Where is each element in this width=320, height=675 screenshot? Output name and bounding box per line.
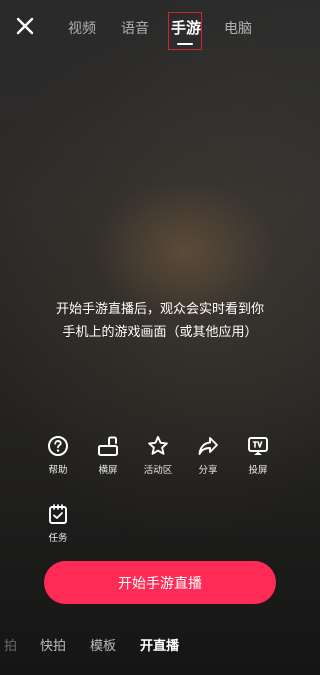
mode-shoot[interactable]: 拍 [4, 635, 17, 654]
star-icon [148, 436, 168, 455]
help-icon [48, 436, 68, 456]
start-game-live-button[interactable]: 开始手游直播 [44, 561, 276, 604]
close-icon[interactable] [14, 15, 36, 37]
game-stream-hint: 开始手游直播后，观众会实时看到你 手机上的游戏画面（或其他应用） [0, 298, 320, 344]
tab-video[interactable]: 视频 [68, 18, 96, 38]
landscape-button[interactable]: 横屏 [88, 435, 128, 476]
tab-computer[interactable]: 电脑 [224, 18, 252, 38]
task-icon [49, 504, 67, 524]
mode-quick-shoot[interactable]: 快拍 [40, 635, 66, 654]
share-icon [198, 437, 218, 455]
share-label: 分享 [198, 465, 218, 476]
tab-mobile-game[interactable]: 手游 [171, 17, 201, 38]
landscape-label: 横屏 [98, 465, 118, 476]
cast-button[interactable]: 投屏 [238, 435, 278, 476]
cast-label: 投屏 [248, 465, 268, 476]
mode-go-live[interactable]: 开直播 [140, 635, 179, 654]
help-button[interactable]: 帮助 [38, 435, 78, 476]
task-button[interactable]: 任务 [38, 503, 78, 544]
landscape-icon [98, 436, 118, 456]
hint-line-2: 手机上的游戏画面（或其他应用） [62, 325, 258, 340]
hint-line-1: 开始手游直播后，观众会实时看到你 [55, 302, 264, 317]
help-label: 帮助 [48, 465, 68, 476]
active-tab-indicator [177, 43, 193, 45]
share-button[interactable]: 分享 [188, 435, 228, 476]
bottom-mode-nav: 拍 快拍 模板 开直播 [0, 635, 320, 655]
mode-template[interactable]: 模板 [90, 635, 116, 654]
top-bar: 视频 语音 手游 电脑 [0, 0, 320, 56]
activity-area-button[interactable]: 活动区 [138, 435, 178, 476]
tv-icon [248, 437, 268, 455]
tab-voice[interactable]: 语音 [121, 18, 149, 38]
task-label: 任务 [48, 533, 68, 544]
activity-area-label: 活动区 [143, 465, 173, 476]
